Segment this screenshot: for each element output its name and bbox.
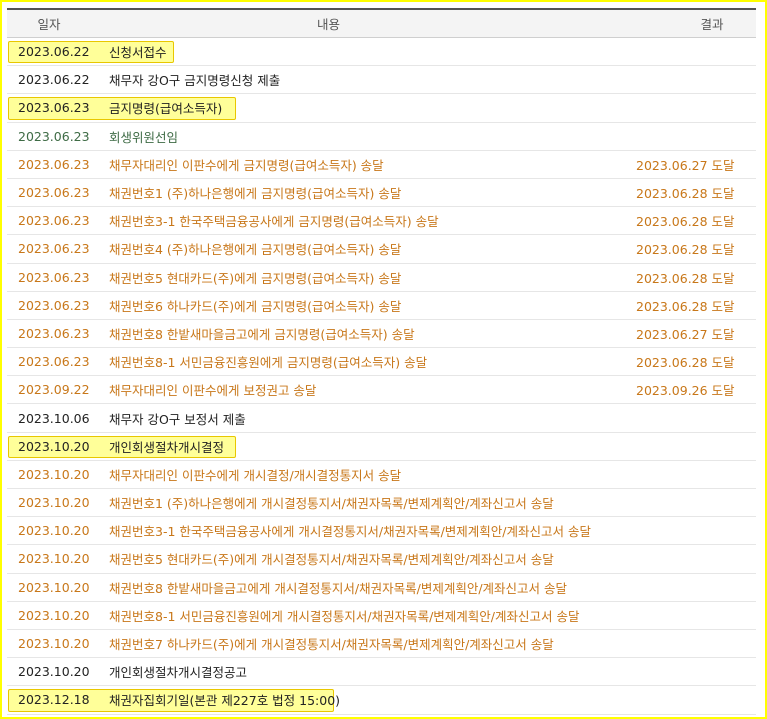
row-date: 2023.06.22 (18, 44, 90, 60)
row-result: 2023.06.28 도달 (636, 214, 735, 230)
row-result: 2023.06.28 도달 (636, 242, 735, 258)
row-content: 채권번호3-1 한국주택금융공사에게 개시결정통지서/채권자목록/변제계획안/계… (109, 524, 591, 540)
row-result: 2023.06.28 도달 (636, 186, 735, 202)
table-row: 2023.12.18 채권자집회기일(본관 제227호 법정 15:00) (7, 686, 756, 715)
row-content: 채무자 강O구 금지명령신청 제출 (109, 73, 281, 89)
row-result: 2023.06.28 도달 (636, 298, 735, 314)
row-content: 채권번호3-1 한국주택금융공사에게 금지명령(급여소득자) 송달 (109, 214, 439, 230)
row-content: 채무자대리인 이판수에게 개시결정/개시결정통지서 송달 (109, 467, 402, 483)
table-row: 2023.10.20 채권번호1 (주)하나은행에게 개시결정통지서/채권자목록/… (7, 489, 756, 518)
table-row: 2023.10.20 채권번호8-1 서민금융진흥원에게 개시결정통지서/채권자목… (7, 602, 756, 630)
row-content: 채권번호5 현대카드(주)에게 개시결정통지서/채권자목록/변제계획안/계좌신고… (109, 552, 554, 568)
row-date: 2023.10.20 (18, 664, 90, 680)
row-date: 2023.10.20 (18, 607, 90, 623)
row-date: 2023.10.20 (18, 438, 90, 454)
row-content: 채권번호7 하나카드(주)에게 개시결정통지서/채권자목록/변제계획안/계좌신고… (109, 637, 554, 653)
row-date: 2023.06.23 (18, 156, 90, 172)
header-date: 일자 (37, 17, 61, 32)
table-row: 2023.06.23 채권번호4 (주)하나은행에게 금지명령(급여소득자) 송달… (7, 235, 756, 264)
table-row: 2023.10.20 채권번호5 현대카드(주)에게 개시결정통지서/채권자목록/… (7, 545, 756, 574)
row-date: 2023.06.23 (18, 213, 90, 229)
row-content: 채무자대리인 이판수에게 금지명령(급여소득자) 송달 (109, 157, 384, 173)
row-result: 2023.06.27 도달 (636, 326, 735, 342)
table-row: 2023.06.23 채권번호8 한밭새마을금고에게 금지명령(급여소득자) 송달… (7, 320, 756, 349)
table-row: 2023.06.23 채권번호8-1 서민금융진흥원에게 금지명령(급여소득자) … (7, 348, 756, 377)
row-date: 2023.10.20 (18, 495, 90, 511)
row-content: 채권번호8-1 서민금융진흥원에게 금지명령(급여소득자) 송달 (109, 355, 428, 371)
row-date: 2023.10.20 (18, 636, 90, 652)
table-row: 2023.10.20 채권번호3-1 한국주택금융공사에게 개시결정통지서/채권자… (7, 517, 756, 546)
table-row: 2023.10.20 개인회생절차개시결정공고 (7, 658, 756, 687)
row-result: 2023.09.26 도달 (636, 383, 735, 399)
row-content: 개인회생절차개시결정공고 (109, 665, 248, 681)
row-date: 2023.10.20 (18, 551, 90, 567)
row-content: 회생위원선임 (109, 129, 179, 145)
row-content: 채권자집회기일(본관 제227호 법정 15:00) (109, 693, 341, 709)
header-content: 내용 (316, 17, 340, 32)
row-date: 2023.06.23 (18, 325, 90, 341)
row-content: 채권번호5 현대카드(주)에게 금지명령(급여소득자) 송달 (109, 270, 402, 286)
row-date: 2023.06.23 (18, 269, 90, 285)
table-row: 2023.06.22 신청서접수 (7, 38, 756, 67)
table-row: 2023.06.23 채무자대리인 이판수에게 금지명령(급여소득자) 송달 202… (7, 151, 756, 179)
row-content: 채무자대리인 이판수에게 보정권고 송달 (109, 383, 317, 399)
row-date: 2023.10.20 (18, 523, 90, 539)
case-history-frame: 일자 내용 결과 2023.06.22 신청서접수 2023.06.22 채무자 강O… (0, 0, 767, 719)
row-date: 2023.06.23 (18, 297, 90, 313)
row-content: 채무자 강O구 보정서 제출 (109, 411, 246, 427)
row-result: 2023.06.28 도달 (636, 355, 735, 371)
table-header: 일자 내용 결과 (7, 8, 756, 38)
row-date: 2023.12.18 (18, 692, 90, 708)
table-row: 2023.06.23 회생위원선임 (7, 123, 756, 151)
row-content: 금지명령(급여소득자) (109, 101, 223, 117)
row-content: 채권번호8 한밭새마을금고에게 금지명령(급여소득자) 송달 (109, 326, 415, 342)
table-row: 2023.06.23 채권번호1 (주)하나은행에게 금지명령(급여소득자) 송달… (7, 179, 756, 208)
table-row: 2023.10.20 채권번호7 하나카드(주)에게 개시결정통지서/채권자목록/… (7, 630, 756, 659)
table-row: 2023.09.22 채무자대리인 이판수에게 보정권고 송달 2023.09.26… (7, 376, 756, 405)
row-content: 채권번호4 (주)하나은행에게 금지명령(급여소득자) 송달 (109, 242, 402, 258)
table-row: 2023.10.20 채무자대리인 이판수에게 개시결정/개시결정통지서 송달 (7, 461, 756, 489)
row-content: 채권번호8 한밭새마을금고에게 개시결정통지서/채권자목록/변제계획안/계좌신고… (109, 580, 568, 596)
case-history-table: 일자 내용 결과 2023.06.22 신청서접수 2023.06.22 채무자 강O… (7, 8, 756, 715)
row-date: 2023.10.20 (18, 579, 90, 595)
row-date: 2023.10.06 (18, 410, 90, 426)
row-content: 채권번호1 (주)하나은행에게 금지명령(급여소득자) 송달 (109, 186, 402, 202)
row-content: 채권번호1 (주)하나은행에게 개시결정통지서/채권자목록/변제계획안/계좌신고… (109, 496, 554, 512)
table-row: 2023.10.20 개인회생절차개시결정 (7, 433, 756, 461)
table-row: 2023.06.23 채권번호3-1 한국주택금융공사에게 금지명령(급여소득자)… (7, 207, 756, 236)
table-row: 2023.06.23 금지명령(급여소득자) (7, 94, 756, 123)
row-date: 2023.06.23 (18, 100, 90, 116)
table-row: 2023.10.06 채무자 강O구 보정서 제출 (7, 404, 756, 433)
table-body: 2023.06.22 신청서접수 2023.06.22 채무자 강O구 금지명령신청 … (7, 38, 756, 715)
table-row: 2023.06.22 채무자 강O구 금지명령신청 제출 (7, 66, 756, 95)
row-date: 2023.06.23 (18, 241, 90, 257)
table-row: 2023.10.20 채권번호8 한밭새마을금고에게 개시결정통지서/채권자목록/… (7, 574, 756, 602)
row-date: 2023.06.23 (18, 354, 90, 370)
row-content: 채권번호6 하나카드(주)에게 금지명령(급여소득자) 송달 (109, 298, 402, 314)
row-date: 2023.06.23 (18, 128, 90, 144)
row-date: 2023.06.23 (18, 185, 90, 201)
row-content: 신청서접수 (109, 45, 167, 61)
header-result: 결과 (700, 17, 724, 32)
row-content: 채권번호8-1 서민금융진흥원에게 개시결정통지서/채권자목록/변제계획안/계좌… (109, 608, 580, 624)
row-date: 2023.06.22 (18, 72, 90, 88)
row-result: 2023.06.28 도달 (636, 270, 735, 286)
table-row: 2023.06.23 채권번호5 현대카드(주)에게 금지명령(급여소득자) 송달… (7, 264, 756, 292)
table-row: 2023.06.23 채권번호6 하나카드(주)에게 금지명령(급여소득자) 송달… (7, 292, 756, 320)
row-result: 2023.06.27 도달 (636, 157, 735, 173)
row-date: 2023.09.22 (18, 382, 90, 398)
row-content: 개인회생절차개시결정 (109, 439, 225, 455)
row-date: 2023.10.20 (18, 466, 90, 482)
